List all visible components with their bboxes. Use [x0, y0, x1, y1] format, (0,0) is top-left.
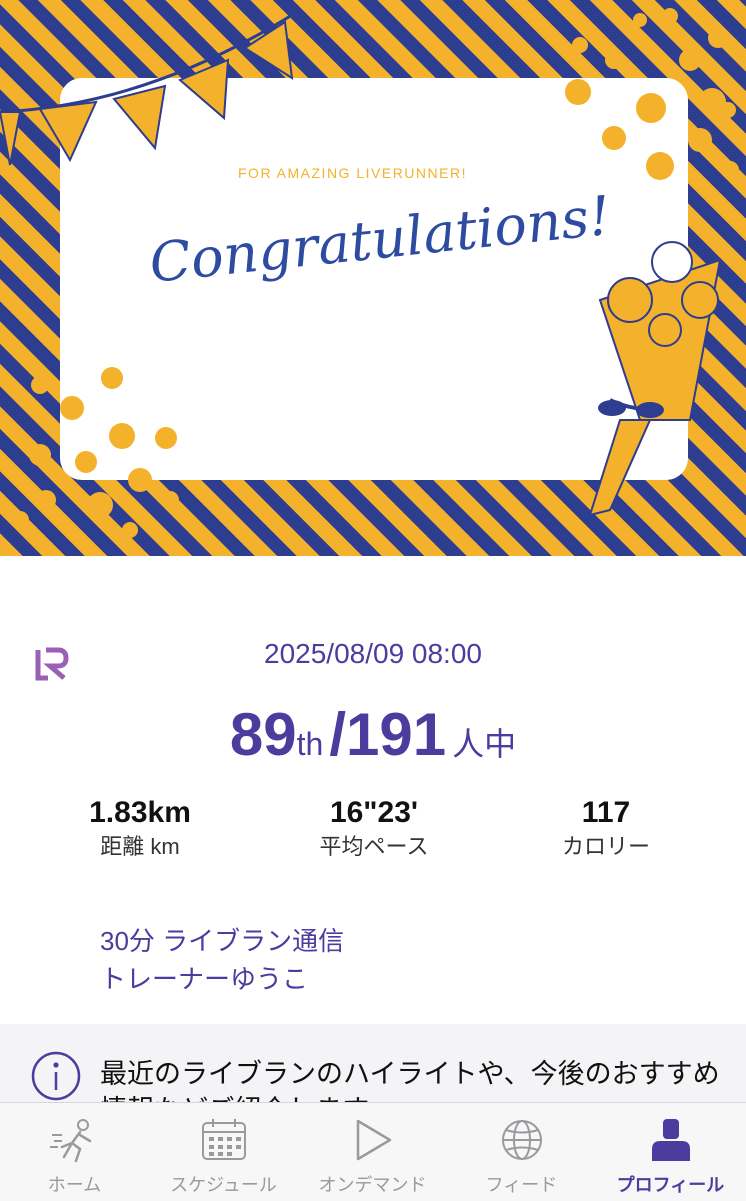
- stat-distance: 1.83km 距離 km: [20, 794, 260, 862]
- tab-on-demand-label: オンデマンド: [318, 1175, 427, 1195]
- rank-suffix: th: [296, 726, 324, 762]
- tab-schedule-label: スケジュール: [170, 1175, 277, 1195]
- congratulations-card: FOR AMAZING LIVERUNNER! Congratulations!: [0, 0, 746, 556]
- program-link[interactable]: 30分 ライブラン通信 トレーナーゆうこ: [100, 922, 344, 998]
- card-subtitle: FOR AMAZING LIVERUNNER!: [238, 165, 467, 181]
- rank-number: 89: [229, 701, 297, 768]
- stat-calories: 117 カロリー: [486, 794, 726, 862]
- bouquet-illustration: [588, 241, 722, 517]
- program-title: 30分 ライブラン通信: [100, 926, 345, 956]
- info-text: 最近のライブランのハイライトや、今後のおすすめ情報などご紹介します: [100, 1059, 720, 1104]
- rank-total-unit: 人中: [452, 726, 517, 762]
- stat-calories-value: 117: [581, 796, 631, 829]
- tab-home-label: ホーム: [47, 1175, 102, 1195]
- runner-icon: [50, 1119, 92, 1163]
- tab-home[interactable]: ホーム: [0, 1103, 149, 1201]
- tab-bar: ホーム スケジュール オンデマンド フィード プロフィール: [0, 1102, 746, 1201]
- program-trainer: トレーナーゆうこ: [100, 964, 309, 994]
- stat-pace: 16"23' 平均ペース: [254, 794, 494, 862]
- info-banner[interactable]: 最近のライブランのハイライトや、今後のおすすめ情報などご紹介します: [0, 1024, 746, 1104]
- info-icon: [31, 1051, 81, 1101]
- tab-profile[interactable]: プロフィール: [596, 1103, 745, 1201]
- tab-feed[interactable]: フィード: [447, 1103, 596, 1201]
- tab-on-demand[interactable]: オンデマンド: [298, 1103, 447, 1201]
- tab-feed-label: フィード: [485, 1175, 558, 1195]
- bunting-flags: [0, 20, 294, 166]
- rank-summary: 89th/191 人中: [0, 700, 746, 769]
- tab-schedule[interactable]: スケジュール: [149, 1103, 298, 1201]
- profile-icon: [652, 1119, 690, 1161]
- run-datetime: 2025/08/09 08:00: [264, 638, 482, 669]
- stat-distance-value: 1.83km: [89, 796, 191, 829]
- calendar-icon: [202, 1119, 246, 1160]
- stat-calories-label: カロリー: [561, 834, 650, 859]
- play-icon: [356, 1119, 392, 1161]
- stat-pace-label: 平均ペース: [319, 834, 429, 859]
- stat-pace-value: 16"23': [329, 796, 419, 829]
- stat-distance-label: 距離 km: [100, 834, 180, 859]
- rank-total: /191: [329, 701, 447, 768]
- confetti-dots-right: [565, 8, 739, 180]
- globe-icon: [502, 1120, 542, 1160]
- confetti-dots-left: [11, 367, 179, 538]
- tab-profile-label: プロフィール: [616, 1175, 725, 1195]
